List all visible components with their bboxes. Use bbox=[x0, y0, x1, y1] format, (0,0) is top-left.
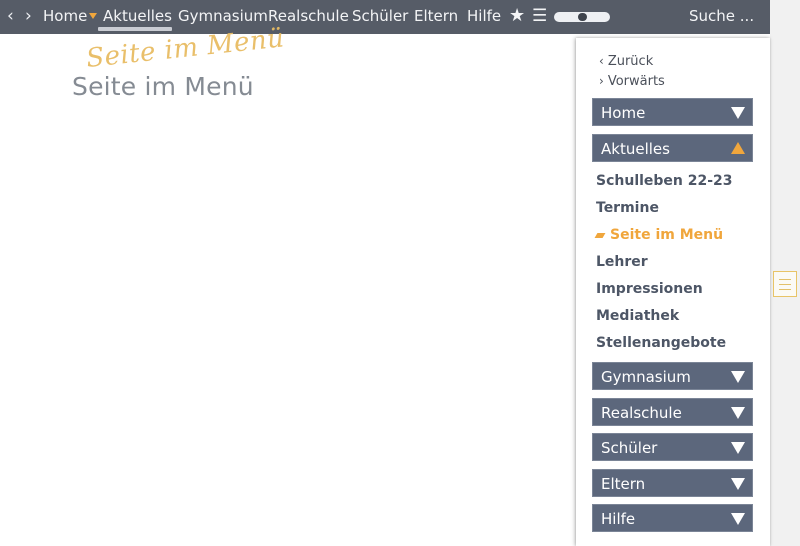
menu-handle-icon[interactable] bbox=[773, 271, 797, 297]
menu-category-label: Schüler bbox=[601, 439, 658, 457]
menu-category-eltern[interactable]: Eltern bbox=[592, 469, 753, 497]
nav-item-hilfe[interactable]: Hilfe bbox=[467, 6, 501, 26]
chevron-left-icon: ‹ bbox=[599, 54, 604, 68]
submenu-item-lehrer[interactable]: Lehrer bbox=[596, 253, 648, 271]
nav-item-schueler[interactable]: Schüler bbox=[352, 6, 408, 26]
menu-category-home[interactable]: Home bbox=[592, 98, 753, 126]
menu-category-label: Home bbox=[601, 104, 646, 122]
menu-category-hilfe[interactable]: Hilfe bbox=[592, 504, 753, 532]
chevron-right-icon[interactable]: › bbox=[25, 5, 32, 27]
nav-item-home[interactable]: Home bbox=[43, 6, 87, 26]
triangle-up-icon bbox=[731, 142, 745, 154]
chevron-right-icon: › bbox=[599, 74, 604, 88]
menu-category-realschule[interactable]: Realschule bbox=[592, 398, 753, 426]
triangle-down-icon bbox=[731, 407, 745, 419]
chevron-left-icon[interactable]: ‹ bbox=[7, 5, 14, 27]
menu-category-label: Realschule bbox=[601, 404, 682, 422]
menu-category-aktuelles[interactable]: Aktuelles bbox=[592, 134, 753, 162]
submenu-item-schulleben[interactable]: Schulleben 22-23 bbox=[596, 172, 733, 190]
logo-main-text: Seite im Menü bbox=[72, 72, 254, 101]
search-field[interactable]: Suche ... bbox=[689, 6, 754, 26]
hamburger-menu-icon[interactable]: ☰ bbox=[532, 5, 547, 27]
triangle-down-icon bbox=[731, 371, 745, 383]
side-menu-panel: ‹ Zurück › Vorwärts Home Aktuelles Schulle… bbox=[576, 38, 770, 546]
handle-line bbox=[779, 279, 791, 280]
menu-category-gymnasium[interactable]: Gymnasium bbox=[592, 362, 753, 390]
menu-category-label: Gymnasium bbox=[601, 368, 691, 386]
submenu-item-mediathek[interactable]: Mediathek bbox=[596, 307, 679, 325]
submenu-item-seite-im-menue[interactable]: Seite im Menü bbox=[594, 226, 724, 244]
active-underline bbox=[98, 27, 172, 31]
toggle-knob bbox=[578, 13, 587, 21]
submenu-item-termine[interactable]: Termine bbox=[596, 199, 659, 217]
submenu-item-label: Seite im Menü bbox=[610, 227, 724, 243]
menu-category-label: Eltern bbox=[601, 475, 646, 493]
menu-category-label: Hilfe bbox=[601, 510, 636, 528]
triangle-down-icon bbox=[731, 513, 745, 525]
handle-line bbox=[779, 289, 791, 290]
forward-label: Vorwärts bbox=[607, 74, 665, 89]
nav-item-eltern[interactable]: Eltern bbox=[414, 6, 458, 26]
back-link[interactable]: ‹ Zurück bbox=[599, 53, 653, 70]
star-icon[interactable]: ★ bbox=[509, 5, 525, 27]
back-label: Zurück bbox=[607, 54, 654, 69]
toggle-switch[interactable] bbox=[554, 12, 610, 22]
triangle-down-icon bbox=[731, 478, 745, 490]
handle-line bbox=[779, 284, 791, 285]
submenu-item-impressionen[interactable]: Impressionen bbox=[596, 280, 703, 298]
triangle-down-icon bbox=[731, 442, 745, 454]
active-indicator-icon bbox=[89, 13, 97, 19]
triangle-down-icon bbox=[731, 107, 745, 119]
nav-item-aktuelles[interactable]: Aktuelles bbox=[103, 6, 172, 26]
forward-link[interactable]: › Vorwärts bbox=[599, 73, 665, 90]
current-page-flag-icon bbox=[594, 232, 606, 238]
top-navigation-bar: ‹ › Home Aktuelles Gymnasium Realschule … bbox=[0, 0, 770, 34]
nav-item-gymnasium[interactable]: Gymnasium bbox=[178, 6, 268, 26]
site-logo: Seite im Menü Seite im Menü bbox=[72, 23, 312, 108]
menu-category-schueler[interactable]: Schüler bbox=[592, 433, 753, 461]
submenu-item-stellenangebote[interactable]: Stellenangebote bbox=[596, 334, 726, 352]
menu-category-label: Aktuelles bbox=[601, 140, 670, 158]
